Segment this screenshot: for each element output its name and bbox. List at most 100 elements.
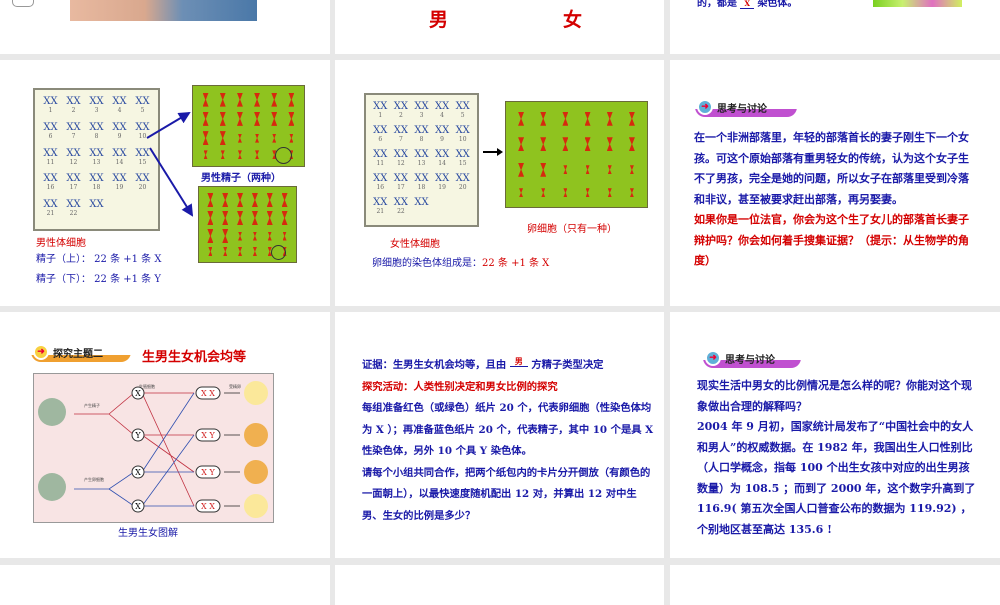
chromosome-icon [252,247,257,256]
slide-thumbnail-4[interactable]: ⅩⅩ 1 ⅩⅩ 2 ⅩⅩ 3 ⅩⅩ 4 ⅩⅩ 5 ⅩⅩ 6 ⅩⅩ 7 ⅩⅩ 8 ⅩⅩ 9 ⅩⅩ 10 ⅩⅩ 11 ⅩⅩ 12 Ⅹ… [0,60,330,306]
chromosome-pair: ⅩⅩ 9 [434,125,450,143]
sperm-x: X [135,389,141,398]
egg-x: X [135,502,141,511]
girl-face-icon [244,494,268,518]
chromosome-icon [254,111,261,126]
chromosome-icon [628,137,635,152]
chromosome-pair: ⅩⅩ 5 [455,101,470,119]
chromosome-icon [236,111,243,126]
arrowhead [497,148,503,156]
sperm-top-text: 精子（上）： 22 条 +1 条 X [36,254,162,265]
chromosome-pair: ⅩⅩ 2 [393,101,409,119]
male-label: 男 [429,9,449,31]
chromosome-icon [629,165,634,175]
slide-thumbnail-5[interactable]: ⅩⅩ 1 ⅩⅩ 2 ⅩⅩ 3 ⅩⅩ 4 ⅩⅩ 5 ⅩⅩ 6 ⅩⅩ 7 ⅩⅩ 8 ⅩⅩ 9 ⅩⅩ 10 ⅩⅩ 11 ⅩⅩ 12 Ⅹ… [335,60,664,306]
text-fragment: 的，都是 X 染色体。 [697,0,797,9]
chromosome-icon [607,188,612,198]
chromosome-pair: ⅩⅩ 18 [414,173,429,191]
topic-title: 生男生女机会均等 [142,350,247,365]
slide-thumbnail-12[interactable] [670,565,1000,605]
chromosome-pair: ⅩⅩ 7 [393,125,409,143]
slide-thumbnail-11[interactable] [335,565,664,605]
chromosome-icon [207,193,214,207]
boy-face-icon [244,460,268,484]
badge-label: 思考与讨论 [717,103,767,115]
chromosome-icon [271,92,278,107]
zygote-xy: X Y [201,468,215,477]
sex-chromosomes: ⅩⅩ [414,197,429,208]
chromosome-pair: ⅩⅩ 14 [434,149,450,167]
zygote-label: 受精卵 [229,383,241,389]
chromosome-icon [563,165,568,175]
chromosome-icon [219,131,226,146]
evidence-prefix: 证据：生男生女机会均等，且由 [362,359,507,371]
slide-thumbnail-3[interactable]: 的，都是 X 染色体。 [670,0,1000,54]
chromosome-icon [266,193,273,207]
chromosome-icon [223,247,228,256]
chromosome-icon [281,193,288,207]
egg-composition: 卵细胞的染色体组成是：22 条 +1 条 X [372,254,549,269]
egg-chromosomes-image [505,101,648,208]
chromosome-pair: ⅩⅩ 12 [393,149,409,167]
chromosome-icon [563,188,568,198]
chromosome-icon [236,92,243,107]
slide-thumbnail-10[interactable] [0,565,330,605]
produce-egg-label: 产生卵细胞 [84,476,104,482]
sperm-label: 男性精子（两种） [201,173,281,184]
chromosome-icon [237,133,242,143]
slide-thumbnail-9[interactable]: ➜ 思考与讨论 现实生活中男女的比例情况是怎么样的呢？你能对这个现象做出合理的解释… [670,312,1000,558]
chromosome-icon [219,92,226,107]
chromosome-icon [203,150,208,160]
egg-x: X [135,468,141,477]
highlight-circle [271,245,286,260]
activity-text: 证据：生男生女机会均等，且由 男 方精子类型决定 探究活动：人类性别决定和男女比… [362,355,657,527]
chromosome-pair: ⅩⅩ 21 [373,197,388,215]
chromosome-icon [237,150,242,160]
photo-image [70,0,257,21]
zygote-xx: X X [201,389,215,398]
discussion-badge: ➜ 思考与讨论 [695,97,797,117]
activity-title: 探究活动：人类性别决定和男女比例的探究 [362,380,558,393]
slide-thumbnail-8[interactable]: 证据：生男生女机会均等，且由 男 方精子类型决定 探究活动：人类性别决定和男女比… [335,312,664,558]
badge-label: 思考与讨论 [725,354,775,366]
chromosome-icon [519,188,524,198]
fragment-blank: X [740,0,754,9]
chromosome-icon [202,92,209,107]
slide-thumbnail-1[interactable] [0,0,330,54]
slide-thumbnail-6[interactable]: ➜ 思考与讨论 在一个非洲部落里，年轻的部落首长的妻子刚生下一个女孩。可这个原始部… [670,60,1000,306]
slide-thumbnail-2[interactable]: 男 女 [335,0,664,54]
mother-face-icon [38,473,66,501]
arrow-icon: ➜ [33,344,49,360]
chromosome-icon [518,137,525,152]
chromosome-icon [219,111,226,126]
chromosome-pair: ⅩⅩ 11 [373,149,388,167]
ratio-question: 现实生活中男女的比例情况是怎么样的呢？你能对这个现象做出合理的解释吗？ [697,379,972,413]
chromosome-icon [282,231,287,241]
composition-prefix: 卵细胞的染色体组成是： [372,258,482,269]
chromosome-icon [255,150,260,160]
discussion-badge: ➜ 思考与讨论 [703,348,801,368]
chromosome-icon [222,193,229,207]
chromosome-pair: ⅩⅩ 13 [414,149,429,167]
chromosome-pair: ⅩⅩ 19 [434,173,450,191]
chromosome-icon [238,231,243,241]
chromosome-icon [628,111,635,126]
chromosome-icon [288,92,295,107]
chromosome-icon [540,162,547,177]
chromosome-pair: ⅩⅩ 1 [373,101,388,119]
flower-image [873,0,962,7]
topic-badge: ➜ 探究主题二 [31,342,131,362]
chromosome-icon [222,229,229,243]
girl-face-icon [244,381,268,405]
chromosome-icon [271,111,278,126]
female-cell-label: 女性体细胞 [390,239,440,250]
composition-value: 22 条 +1 条 X [482,258,550,269]
chromosome-icon [585,188,590,198]
chromosome-icon [272,133,277,143]
chromosome-icon [541,188,546,198]
chromosome-icon [222,211,229,225]
fragment-text: 染色体。 [757,0,798,9]
chromosome-icon [207,211,214,225]
chromosome-pair: ⅩⅩ 20 [455,173,470,191]
slide-thumbnail-7[interactable]: ➜ 探究主题二 生男生女机会均等 生殖细胞 受精卵 产生精子 产生卵细胞 X Y … [0,312,330,558]
